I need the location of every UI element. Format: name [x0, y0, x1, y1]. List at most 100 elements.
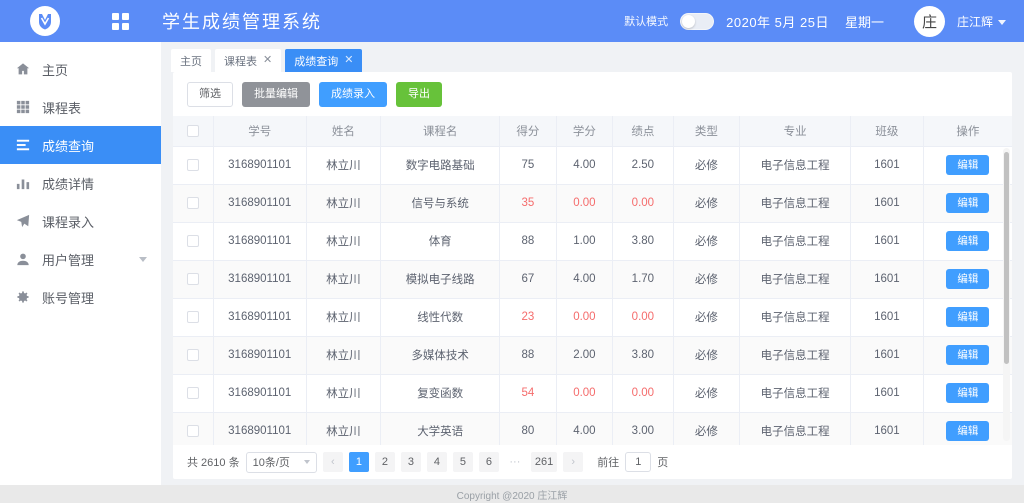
- sidebar-item-1[interactable]: 课程表: [0, 88, 161, 126]
- table-row: 3168901101林立川体育881.003.80必修电子信息工程1601编辑: [173, 222, 1012, 260]
- page-button-1[interactable]: 1: [349, 452, 369, 472]
- page-ellipsis[interactable]: ···: [505, 452, 525, 472]
- sidebar-item-3[interactable]: 成绩详情: [0, 164, 161, 202]
- page-button-6[interactable]: 6: [479, 452, 499, 472]
- page-size-select[interactable]: 10条/页: [246, 452, 317, 473]
- edit-button[interactable]: 编辑: [946, 307, 989, 328]
- select-all-checkbox[interactable]: [187, 125, 199, 137]
- close-icon[interactable]: ✕: [344, 55, 353, 66]
- filter-button[interactable]: 筛选: [187, 82, 233, 107]
- column-header-8: 专业: [740, 116, 851, 146]
- cell-name: 林立川: [306, 146, 381, 184]
- edit-button[interactable]: 编辑: [946, 155, 989, 176]
- column-header-6: 绩点: [613, 116, 674, 146]
- cell-student-id: 3168901101: [213, 374, 306, 412]
- row-checkbox-cell: [173, 260, 213, 298]
- table-row: 3168901101林立川复变函数540.000.00必修电子信息工程1601编…: [173, 374, 1012, 412]
- pagination: 共 2610 条 10条/页 ‹ 123456 ··· 261 › 前往 1 页: [173, 445, 1012, 479]
- cell-course: 信号与系统: [381, 184, 500, 222]
- row-checkbox[interactable]: [187, 311, 199, 323]
- cell-type: 必修: [673, 298, 740, 336]
- footer: Copyright @2020 庄江辉: [0, 485, 1024, 503]
- table-header-row: 学号姓名课程名得分学分绩点类型专业班级操作: [173, 116, 1012, 146]
- last-page-button[interactable]: 261: [531, 452, 557, 472]
- column-header-1: 学号: [213, 116, 306, 146]
- batch-edit-button[interactable]: 批量编辑: [242, 82, 310, 107]
- page-button-5[interactable]: 5: [453, 452, 473, 472]
- cell-gpa: 3.80: [613, 222, 674, 260]
- cell-class: 1601: [851, 374, 924, 412]
- jump-page-input[interactable]: 1: [625, 452, 651, 472]
- cell-course: 模拟电子线路: [381, 260, 500, 298]
- edit-button[interactable]: 编辑: [946, 383, 989, 404]
- cell-credit: 4.00: [556, 146, 612, 184]
- edit-button[interactable]: 编辑: [946, 231, 989, 252]
- cell-class: 1601: [851, 412, 924, 445]
- next-page-button[interactable]: ›: [563, 452, 583, 472]
- row-checkbox[interactable]: [187, 197, 199, 209]
- table-row: 3168901101林立川信号与系统350.000.00必修电子信息工程1601…: [173, 184, 1012, 222]
- table-body: 3168901101林立川数字电路基础754.002.50必修电子信息工程160…: [173, 146, 1012, 445]
- avatar[interactable]: 庄: [914, 6, 945, 37]
- grade-entry-button[interactable]: 成绩录入: [319, 82, 387, 107]
- edit-button[interactable]: 编辑: [946, 345, 989, 366]
- row-checkbox[interactable]: [187, 273, 199, 285]
- username-menu[interactable]: 庄江辉: [957, 13, 1006, 30]
- cell-type: 必修: [673, 374, 740, 412]
- grid-menu-icon[interactable]: [90, 13, 150, 30]
- grades-table: 学号姓名课程名得分学分绩点类型专业班级操作 3168901101林立川数字电路基…: [173, 116, 1012, 445]
- close-icon[interactable]: ✕: [263, 55, 272, 66]
- cell-type: 必修: [673, 184, 740, 222]
- row-checkbox-cell: [173, 184, 213, 222]
- row-checkbox-cell: [173, 336, 213, 374]
- page-title: 学生成绩管理系统: [162, 8, 322, 34]
- column-header-4: 得分: [500, 116, 556, 146]
- sidebar-item-2[interactable]: 成绩查询: [0, 126, 161, 164]
- page-button-3[interactable]: 3: [401, 452, 421, 472]
- sidebar: 主页课程表成绩查询成绩详情课程录入用户管理账号管理: [0, 42, 161, 485]
- row-checkbox[interactable]: [187, 235, 199, 247]
- page-button-4[interactable]: 4: [427, 452, 447, 472]
- page-button-2[interactable]: 2: [375, 452, 395, 472]
- cell-class: 1601: [851, 184, 924, 222]
- row-checkbox[interactable]: [187, 425, 199, 437]
- column-header-9: 班级: [851, 116, 924, 146]
- edit-button[interactable]: 编辑: [946, 421, 989, 442]
- cell-score: 35: [500, 184, 556, 222]
- sidebar-item-6[interactable]: 账号管理: [0, 278, 161, 316]
- scrollbar-thumb[interactable]: [1004, 152, 1009, 364]
- chevron-down-icon[interactable]: [139, 257, 147, 262]
- row-checkbox[interactable]: [187, 387, 199, 399]
- cell-gpa: 0.00: [613, 298, 674, 336]
- table-row: 3168901101林立川大学英语804.003.00必修电子信息工程1601编…: [173, 412, 1012, 445]
- sidebar-item-label: 成绩详情: [42, 174, 94, 193]
- cell-student-id: 3168901101: [213, 184, 306, 222]
- column-header-5: 学分: [556, 116, 612, 146]
- tab-2[interactable]: 成绩查询✕: [285, 49, 362, 72]
- tab-label: 主页: [180, 53, 202, 69]
- cell-student-id: 3168901101: [213, 146, 306, 184]
- sidebar-item-5[interactable]: 用户管理: [0, 240, 161, 278]
- cell-student-id: 3168901101: [213, 260, 306, 298]
- cell-course: 体育: [381, 222, 500, 260]
- cell-major: 电子信息工程: [740, 184, 851, 222]
- username-label: 庄江辉: [957, 15, 993, 29]
- row-checkbox[interactable]: [187, 349, 199, 361]
- export-button[interactable]: 导出: [396, 82, 442, 107]
- cell-action: 编辑: [923, 146, 1012, 184]
- row-checkbox[interactable]: [187, 159, 199, 171]
- sidebar-item-0[interactable]: 主页: [0, 50, 161, 88]
- edit-button[interactable]: 编辑: [946, 193, 989, 214]
- table-vertical-scrollbar[interactable]: [1003, 148, 1010, 441]
- tab-1[interactable]: 课程表✕: [215, 49, 281, 72]
- prev-page-button[interactable]: ‹: [323, 452, 343, 472]
- tab-0[interactable]: 主页: [171, 49, 211, 72]
- column-header-3: 课程名: [381, 116, 500, 146]
- mode-toggle[interactable]: [680, 13, 714, 30]
- cell-credit: 0.00: [556, 374, 612, 412]
- cell-class: 1601: [851, 146, 924, 184]
- edit-button[interactable]: 编辑: [946, 269, 989, 290]
- column-header-7: 类型: [673, 116, 740, 146]
- cell-action: 编辑: [923, 260, 1012, 298]
- sidebar-item-4[interactable]: 课程录入: [0, 202, 161, 240]
